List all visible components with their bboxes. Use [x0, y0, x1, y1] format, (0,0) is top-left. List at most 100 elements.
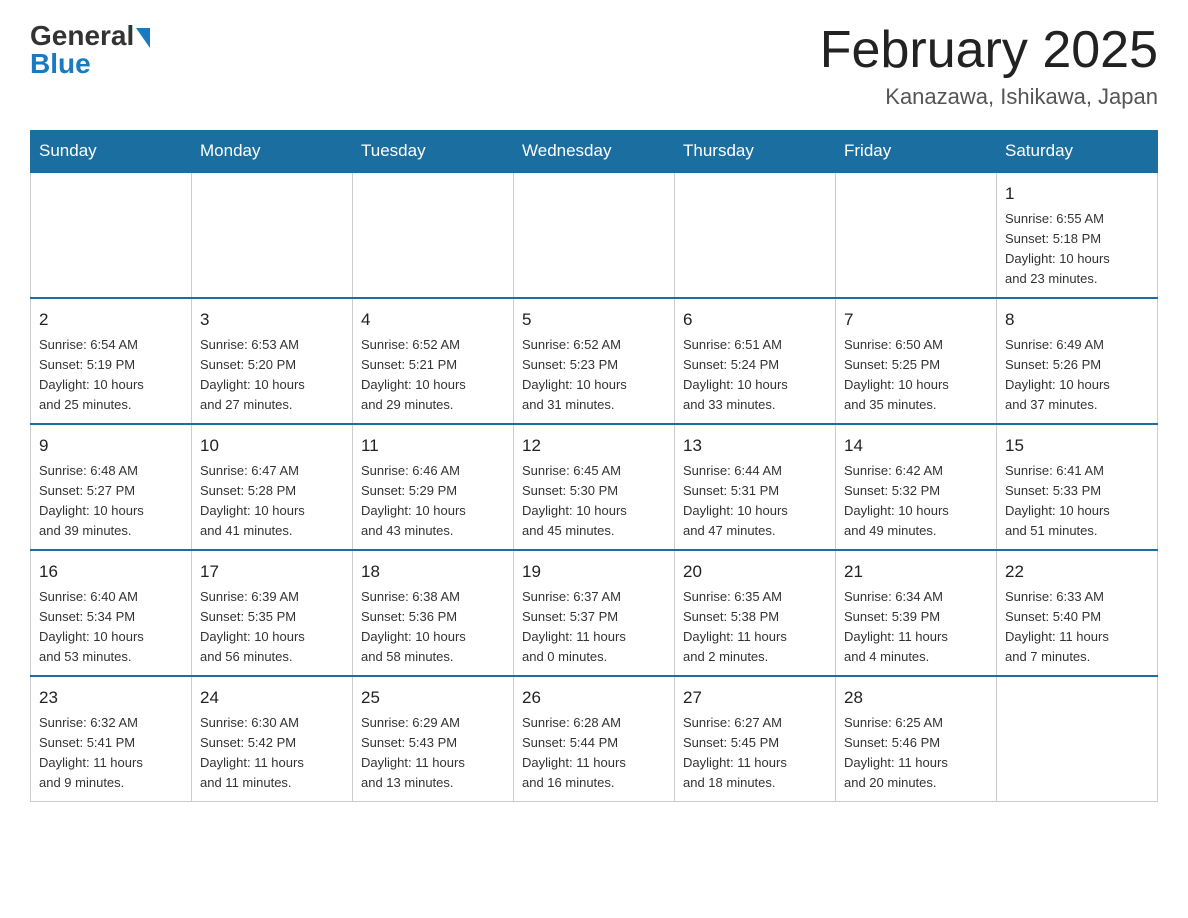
week-row-5: 23Sunrise: 6:32 AMSunset: 5:41 PMDayligh… [31, 676, 1158, 802]
calendar-cell: 27Sunrise: 6:27 AMSunset: 5:45 PMDayligh… [675, 676, 836, 802]
day-info: Sunrise: 6:42 AMSunset: 5:32 PMDaylight:… [844, 461, 988, 542]
day-info: Sunrise: 6:46 AMSunset: 5:29 PMDaylight:… [361, 461, 505, 542]
calendar-cell [675, 172, 836, 298]
title-section: February 2025 Kanazawa, Ishikawa, Japan [820, 20, 1158, 110]
day-info: Sunrise: 6:41 AMSunset: 5:33 PMDaylight:… [1005, 461, 1149, 542]
day-number: 3 [200, 307, 344, 333]
day-info: Sunrise: 6:39 AMSunset: 5:35 PMDaylight:… [200, 587, 344, 668]
day-number: 26 [522, 685, 666, 711]
day-info: Sunrise: 6:52 AMSunset: 5:23 PMDaylight:… [522, 335, 666, 416]
day-number: 1 [1005, 181, 1149, 207]
weekday-header-saturday: Saturday [997, 131, 1158, 173]
month-title: February 2025 [820, 20, 1158, 80]
day-number: 12 [522, 433, 666, 459]
logo-blue-text: Blue [30, 48, 91, 80]
day-number: 14 [844, 433, 988, 459]
calendar-cell: 16Sunrise: 6:40 AMSunset: 5:34 PMDayligh… [31, 550, 192, 676]
day-number: 2 [39, 307, 183, 333]
logo-triangle-icon [136, 28, 150, 48]
page-header: General Blue February 2025 Kanazawa, Ish… [30, 20, 1158, 110]
day-info: Sunrise: 6:35 AMSunset: 5:38 PMDaylight:… [683, 587, 827, 668]
calendar-cell: 6Sunrise: 6:51 AMSunset: 5:24 PMDaylight… [675, 298, 836, 424]
day-info: Sunrise: 6:33 AMSunset: 5:40 PMDaylight:… [1005, 587, 1149, 668]
calendar-table: SundayMondayTuesdayWednesdayThursdayFrid… [30, 130, 1158, 802]
day-number: 17 [200, 559, 344, 585]
day-info: Sunrise: 6:51 AMSunset: 5:24 PMDaylight:… [683, 335, 827, 416]
week-row-3: 9Sunrise: 6:48 AMSunset: 5:27 PMDaylight… [31, 424, 1158, 550]
location-title: Kanazawa, Ishikawa, Japan [820, 84, 1158, 110]
day-number: 15 [1005, 433, 1149, 459]
day-info: Sunrise: 6:38 AMSunset: 5:36 PMDaylight:… [361, 587, 505, 668]
day-info: Sunrise: 6:25 AMSunset: 5:46 PMDaylight:… [844, 713, 988, 794]
day-number: 18 [361, 559, 505, 585]
day-info: Sunrise: 6:34 AMSunset: 5:39 PMDaylight:… [844, 587, 988, 668]
calendar-cell: 18Sunrise: 6:38 AMSunset: 5:36 PMDayligh… [353, 550, 514, 676]
day-info: Sunrise: 6:50 AMSunset: 5:25 PMDaylight:… [844, 335, 988, 416]
day-number: 21 [844, 559, 988, 585]
calendar-cell [514, 172, 675, 298]
calendar-cell: 10Sunrise: 6:47 AMSunset: 5:28 PMDayligh… [192, 424, 353, 550]
week-row-2: 2Sunrise: 6:54 AMSunset: 5:19 PMDaylight… [31, 298, 1158, 424]
day-info: Sunrise: 6:45 AMSunset: 5:30 PMDaylight:… [522, 461, 666, 542]
calendar-cell: 20Sunrise: 6:35 AMSunset: 5:38 PMDayligh… [675, 550, 836, 676]
day-info: Sunrise: 6:28 AMSunset: 5:44 PMDaylight:… [522, 713, 666, 794]
calendar-cell: 24Sunrise: 6:30 AMSunset: 5:42 PMDayligh… [192, 676, 353, 802]
day-info: Sunrise: 6:53 AMSunset: 5:20 PMDaylight:… [200, 335, 344, 416]
calendar-cell: 2Sunrise: 6:54 AMSunset: 5:19 PMDaylight… [31, 298, 192, 424]
calendar-cell: 8Sunrise: 6:49 AMSunset: 5:26 PMDaylight… [997, 298, 1158, 424]
day-number: 4 [361, 307, 505, 333]
day-number: 22 [1005, 559, 1149, 585]
day-info: Sunrise: 6:49 AMSunset: 5:26 PMDaylight:… [1005, 335, 1149, 416]
calendar-cell: 7Sunrise: 6:50 AMSunset: 5:25 PMDaylight… [836, 298, 997, 424]
calendar-cell [192, 172, 353, 298]
day-info: Sunrise: 6:47 AMSunset: 5:28 PMDaylight:… [200, 461, 344, 542]
day-number: 5 [522, 307, 666, 333]
day-number: 16 [39, 559, 183, 585]
day-info: Sunrise: 6:55 AMSunset: 5:18 PMDaylight:… [1005, 209, 1149, 290]
calendar-cell: 25Sunrise: 6:29 AMSunset: 5:43 PMDayligh… [353, 676, 514, 802]
calendar-cell: 12Sunrise: 6:45 AMSunset: 5:30 PMDayligh… [514, 424, 675, 550]
day-info: Sunrise: 6:44 AMSunset: 5:31 PMDaylight:… [683, 461, 827, 542]
day-number: 19 [522, 559, 666, 585]
calendar-cell: 11Sunrise: 6:46 AMSunset: 5:29 PMDayligh… [353, 424, 514, 550]
week-row-4: 16Sunrise: 6:40 AMSunset: 5:34 PMDayligh… [31, 550, 1158, 676]
calendar-cell: 5Sunrise: 6:52 AMSunset: 5:23 PMDaylight… [514, 298, 675, 424]
day-info: Sunrise: 6:52 AMSunset: 5:21 PMDaylight:… [361, 335, 505, 416]
calendar-cell: 26Sunrise: 6:28 AMSunset: 5:44 PMDayligh… [514, 676, 675, 802]
day-number: 13 [683, 433, 827, 459]
weekday-header-monday: Monday [192, 131, 353, 173]
calendar-cell: 4Sunrise: 6:52 AMSunset: 5:21 PMDaylight… [353, 298, 514, 424]
day-info: Sunrise: 6:29 AMSunset: 5:43 PMDaylight:… [361, 713, 505, 794]
day-number: 25 [361, 685, 505, 711]
day-info: Sunrise: 6:27 AMSunset: 5:45 PMDaylight:… [683, 713, 827, 794]
weekday-header-thursday: Thursday [675, 131, 836, 173]
calendar-cell: 1Sunrise: 6:55 AMSunset: 5:18 PMDaylight… [997, 172, 1158, 298]
calendar-cell [997, 676, 1158, 802]
weekday-header-tuesday: Tuesday [353, 131, 514, 173]
weekday-header-row: SundayMondayTuesdayWednesdayThursdayFrid… [31, 131, 1158, 173]
calendar-cell: 23Sunrise: 6:32 AMSunset: 5:41 PMDayligh… [31, 676, 192, 802]
day-info: Sunrise: 6:37 AMSunset: 5:37 PMDaylight:… [522, 587, 666, 668]
weekday-header-friday: Friday [836, 131, 997, 173]
weekday-header-sunday: Sunday [31, 131, 192, 173]
day-info: Sunrise: 6:30 AMSunset: 5:42 PMDaylight:… [200, 713, 344, 794]
day-number: 8 [1005, 307, 1149, 333]
calendar-cell: 17Sunrise: 6:39 AMSunset: 5:35 PMDayligh… [192, 550, 353, 676]
calendar-cell [836, 172, 997, 298]
day-number: 27 [683, 685, 827, 711]
calendar-cell: 21Sunrise: 6:34 AMSunset: 5:39 PMDayligh… [836, 550, 997, 676]
calendar-cell: 3Sunrise: 6:53 AMSunset: 5:20 PMDaylight… [192, 298, 353, 424]
calendar-cell [31, 172, 192, 298]
calendar-cell: 15Sunrise: 6:41 AMSunset: 5:33 PMDayligh… [997, 424, 1158, 550]
calendar-cell: 22Sunrise: 6:33 AMSunset: 5:40 PMDayligh… [997, 550, 1158, 676]
day-number: 20 [683, 559, 827, 585]
day-number: 9 [39, 433, 183, 459]
calendar-cell: 19Sunrise: 6:37 AMSunset: 5:37 PMDayligh… [514, 550, 675, 676]
week-row-1: 1Sunrise: 6:55 AMSunset: 5:18 PMDaylight… [31, 172, 1158, 298]
day-info: Sunrise: 6:48 AMSunset: 5:27 PMDaylight:… [39, 461, 183, 542]
calendar-cell: 13Sunrise: 6:44 AMSunset: 5:31 PMDayligh… [675, 424, 836, 550]
calendar-cell: 28Sunrise: 6:25 AMSunset: 5:46 PMDayligh… [836, 676, 997, 802]
weekday-header-wednesday: Wednesday [514, 131, 675, 173]
calendar-cell [353, 172, 514, 298]
day-number: 11 [361, 433, 505, 459]
